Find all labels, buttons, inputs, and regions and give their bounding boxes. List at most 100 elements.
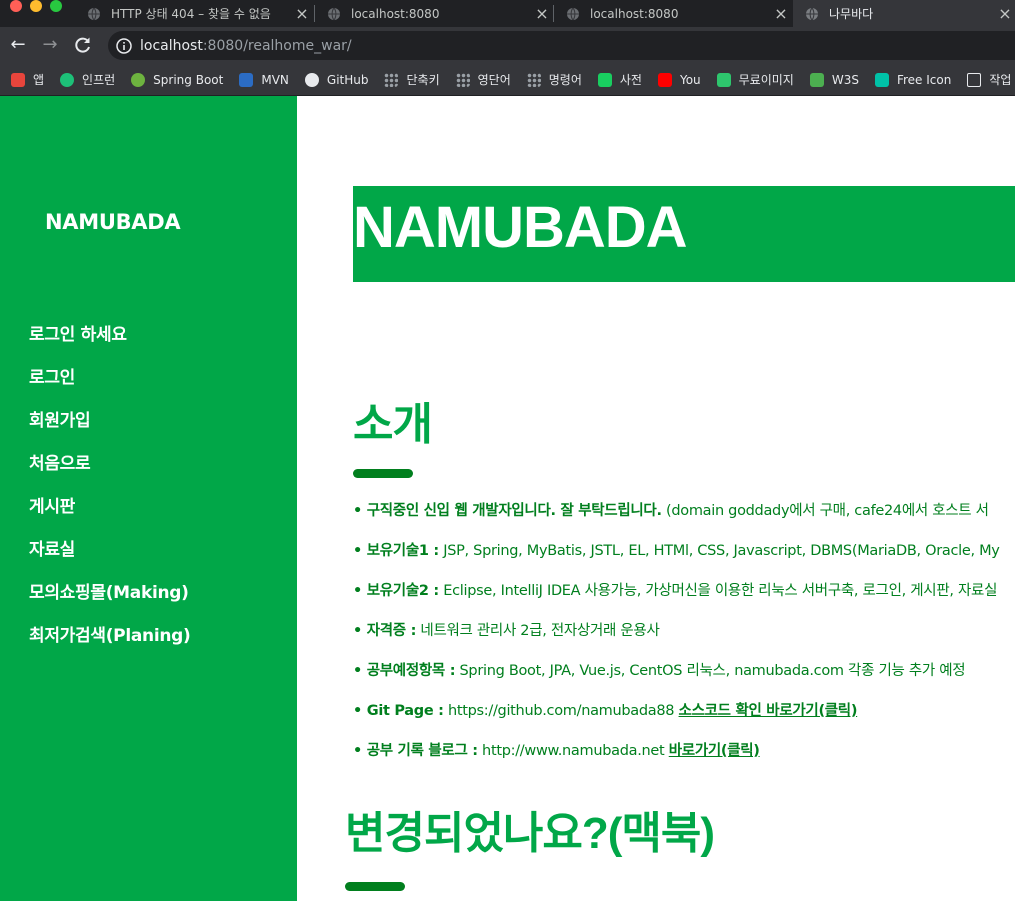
- bookmark-label: 단축키: [406, 73, 440, 87]
- dictionary-icon: [597, 72, 612, 87]
- bookmark-label: 앱: [33, 73, 45, 87]
- bookmark-label: 영단어: [477, 73, 511, 87]
- pixabay-icon: [716, 72, 731, 87]
- inflearn-icon: [60, 72, 75, 87]
- intro-item: • 보유기술2 : Eclipse, IntelliJ IDEA 사용가능, 가…: [353, 579, 1015, 619]
- freeicon-icon: [874, 72, 889, 87]
- bookmark-item[interactable]: 작업: [967, 71, 1011, 88]
- bookmark-label: MVN: [261, 72, 289, 87]
- heading-divider: [353, 469, 413, 478]
- tab-title: 나무바다: [829, 7, 874, 21]
- browser-toolbar: ← → localhost:8080/realhome_war/: [0, 27, 1015, 64]
- browser-tab-active[interactable]: 나무바다 ×: [793, 0, 1015, 27]
- sidebar-item-label[interactable]: 로그인: [29, 368, 75, 388]
- sidebar-item-label[interactable]: 모의쇼핑몰(Making): [29, 583, 189, 603]
- sidebar-item-label[interactable]: 게시판: [29, 497, 75, 517]
- bullet: •: [353, 663, 367, 679]
- browser-tab[interactable]: HTTP 상태 404 – 찾을 수 없음 ×: [75, 0, 312, 27]
- bookmark-item[interactable]: W3S: [809, 72, 859, 87]
- apps-grid-icon: [11, 72, 25, 87]
- close-tab-icon[interactable]: ×: [292, 0, 312, 27]
- bullet: •: [353, 623, 367, 639]
- sidebar-item-label[interactable]: 자료실: [29, 540, 75, 560]
- intro-item: • 자격증 : 네트워크 관리사 2급, 전자상거래 운용사: [353, 619, 1015, 659]
- globe-icon: [328, 7, 340, 20]
- bookmark-label: Free Icon: [896, 72, 952, 87]
- intro-item-text: JSP, Spring, MyBatis, JSTL, EL, HTMl, CS…: [438, 543, 1000, 559]
- sidebar-item-archive: 자료실: [29, 538, 191, 581]
- url-path: :8080/realhome_war/: [202, 37, 352, 54]
- browser-tab[interactable]: localhost:8080 ×: [554, 0, 791, 27]
- close-tab-icon[interactable]: ×: [532, 0, 552, 27]
- bookmark-item[interactable]: Spring Boot: [131, 72, 223, 87]
- bookmark-item[interactable]: 인프런: [60, 71, 115, 88]
- zoom-window-button[interactable]: [50, 0, 62, 12]
- bullet: •: [353, 583, 367, 599]
- sidebar-item-board: 게시판: [29, 495, 191, 538]
- back-arrow-icon[interactable]: ←: [7, 34, 29, 56]
- intro-item: • 구직중인 신입 웹 개발자입니다. 잘 부탁드립니다. (domain go…: [353, 499, 1015, 539]
- dots-icon: [526, 72, 541, 87]
- forward-arrow-icon[interactable]: →: [39, 34, 61, 56]
- bookmark-item[interactable]: 명령어: [526, 71, 582, 88]
- bookmark-item[interactable]: 앱: [11, 71, 44, 88]
- shortcut-link[interactable]: 소스코드 확인 바로가기(클릭): [679, 703, 858, 719]
- close-tab-icon[interactable]: ×: [771, 0, 791, 27]
- bookmark-item[interactable]: 단축키: [384, 71, 440, 88]
- bookmark-label: You: [679, 72, 701, 87]
- bookmark-item[interactable]: You: [657, 72, 701, 87]
- intro-item-text: (domain goddady에서 구매, cafe24에서 호스트 서: [661, 503, 989, 519]
- intro-item-label: Git Page :: [366, 703, 444, 719]
- hero-banner: NAMUBADA: [353, 186, 1015, 282]
- bookmark-label: 무료이미지: [738, 73, 794, 87]
- sidebar-item-signup: 회원가입: [29, 409, 191, 452]
- globe-icon: [806, 7, 818, 20]
- shortcut-link[interactable]: 바로가기(클릭): [669, 743, 760, 759]
- github-icon: [304, 72, 319, 87]
- bookmark-item[interactable]: GitHub: [304, 72, 368, 87]
- bookmark-label: W3S: [831, 72, 859, 87]
- info-icon[interactable]: [116, 37, 132, 54]
- bookmark-item[interactable]: MVN: [239, 72, 289, 87]
- intro-item-label: 보유기술1 :: [366, 543, 440, 559]
- banner-title: NAMUBADA: [353, 195, 688, 260]
- bullet: •: [353, 543, 367, 559]
- globe-icon: [567, 7, 579, 20]
- second-heading: 변경되었나요?(맥북): [345, 809, 715, 858]
- bookmark-item[interactable]: 무료이미지: [716, 71, 794, 88]
- close-tab-icon[interactable]: ×: [995, 0, 1015, 27]
- intro-item-label: 자격증 :: [366, 623, 417, 639]
- intro-heading: 소개: [353, 400, 433, 449]
- address-bar[interactable]: localhost:8080/realhome_war/: [108, 31, 1015, 60]
- mvn-icon: [239, 72, 254, 87]
- reload-icon[interactable]: [72, 34, 94, 56]
- bookmark-label: 명령어: [548, 73, 582, 87]
- sidebar-item-home: 처음으로: [29, 452, 191, 495]
- browser-tab[interactable]: localhost:8080 ×: [315, 0, 552, 27]
- intro-item-label: 공부예정항목 :: [366, 663, 456, 679]
- bullet: •: [353, 703, 367, 719]
- sidebar-item-label[interactable]: 최저가검색(Planing): [29, 626, 191, 646]
- bookmarks-bar: 앱 인프런 Spring Boot MVN GitHub 단축키 영단어 명령어 사전 You 무료…: [0, 64, 1015, 96]
- tab-title: localhost:8080: [351, 6, 440, 21]
- sidebar-item-login-prompt: 로그인 하세요: [29, 323, 191, 366]
- intro-item: • 보유기술1 : JSP, Spring, MyBatis, JSTL, EL…: [353, 539, 1015, 579]
- bullet: •: [353, 503, 367, 519]
- brand-logo[interactable]: NAMUBADA: [45, 210, 181, 234]
- intro-item-label: 보유기술2 :: [366, 583, 440, 599]
- intro-item-label: 공부 기록 블로그 :: [366, 743, 478, 759]
- intro-item: • 공부예정항목 : Spring Boot, JPA, Vue.js, Cen…: [353, 659, 1015, 699]
- globe-icon: [88, 7, 100, 20]
- minimize-window-button[interactable]: [30, 0, 42, 12]
- main-content: NAMUBADA 소개 • 구직중인 신입 웹 개발자입니다. 잘 부탁드립니다…: [297, 96, 1015, 901]
- sidebar-item-label[interactable]: 로그인 하세요: [29, 325, 127, 345]
- bookmark-item[interactable]: 영단어: [455, 71, 511, 88]
- sidebar-item-label[interactable]: 회원가입: [29, 411, 91, 431]
- sidebar-item-label[interactable]: 처음으로: [29, 454, 91, 474]
- bookmark-item[interactable]: 사전: [597, 71, 642, 88]
- close-window-button[interactable]: [10, 0, 22, 12]
- intro-item-text: 네트워크 관리사 2급, 전자상거래 운용사: [416, 623, 660, 639]
- bookmark-item[interactable]: Free Icon: [874, 72, 952, 87]
- url-host: localhost: [140, 37, 203, 54]
- intro-item: • Git Page : https://github.com/namubada…: [353, 699, 1015, 739]
